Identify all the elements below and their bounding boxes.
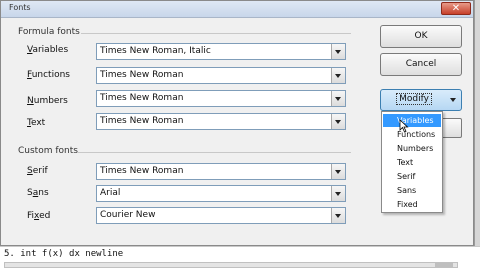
scrollbar-thumb[interactable] (435, 263, 453, 267)
default-button-partial[interactable] (441, 118, 462, 138)
mouse-pointer-icon (399, 119, 409, 133)
cancel-button[interactable]: Cancel (380, 53, 462, 76)
serif-font-select[interactable]: Times New Roman (96, 163, 346, 180)
custom-fonts-heading: Custom fonts (18, 146, 78, 156)
text-label: Text (27, 118, 46, 128)
close-button[interactable]: ✕ (441, 2, 471, 15)
menu-item-functions[interactable]: Functions (383, 128, 441, 141)
chevron-down-icon[interactable] (331, 164, 345, 179)
chevron-down-icon[interactable] (331, 114, 345, 129)
chevron-down-icon[interactable] (331, 186, 345, 201)
fixed-font-select[interactable]: Courier New (96, 207, 346, 224)
text-font-select[interactable]: Times New Roman (96, 113, 346, 130)
window-title: Fonts (9, 3, 31, 12)
chevron-down-icon[interactable] (331, 44, 345, 59)
menu-item-text[interactable]: Text (383, 156, 441, 169)
chevron-down-icon[interactable] (331, 68, 345, 83)
chevron-down-icon[interactable] (331, 208, 345, 223)
menu-item-fixed[interactable]: Fixed (383, 198, 441, 211)
variables-label: Variables (27, 45, 69, 55)
background-window-edge (474, 0, 480, 246)
sans-font-select[interactable]: Arial (96, 185, 346, 202)
modify-dropdown-menu: Variables Functions Numbers Text Serif S… (381, 111, 443, 213)
chevron-down-icon[interactable] (450, 98, 456, 102)
horizontal-scrollbar[interactable] (4, 262, 458, 268)
modify-label: Modify (396, 93, 432, 105)
modify-button[interactable]: Modify (380, 89, 462, 111)
menu-item-numbers[interactable]: Numbers (383, 142, 441, 155)
separator (77, 152, 351, 153)
editor-line: 5. int f(x) dx newline (4, 249, 124, 259)
functions-label: Functions (27, 70, 70, 80)
fixed-label: Fixed (27, 211, 51, 221)
menu-item-serif[interactable]: Serif (383, 170, 441, 183)
chevron-down-icon[interactable] (331, 91, 345, 106)
serif-label: Serif (27, 166, 48, 176)
formula-fonts-heading: Formula fonts (18, 27, 80, 37)
fonts-dialog: Fonts ✕ Formula fonts Variables Times Ne… (0, 0, 474, 246)
menu-item-variables[interactable]: Variables (383, 114, 441, 127)
numbers-label: Numbers (27, 96, 68, 106)
variables-font-select[interactable]: Times New Roman, Italic (96, 43, 346, 60)
menu-item-sans[interactable]: Sans (383, 184, 441, 197)
ok-button[interactable]: OK (380, 25, 462, 48)
functions-font-select[interactable]: Times New Roman (96, 67, 346, 84)
title-bar[interactable]: Fonts ✕ (1, 1, 473, 18)
sans-label: Sans (27, 188, 49, 198)
separator (81, 33, 351, 34)
numbers-font-select[interactable]: Times New Roman (96, 90, 346, 107)
